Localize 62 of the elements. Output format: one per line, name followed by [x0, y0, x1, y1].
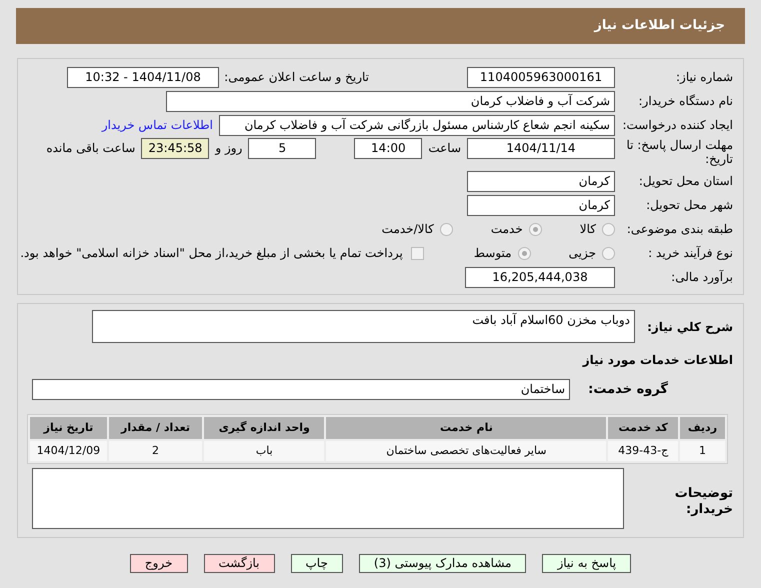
- text-field[interactable]: کرمان: [467, 194, 615, 216]
- column-header: ردیف: [680, 417, 725, 439]
- column-header: تاریخ نیاز: [30, 417, 107, 439]
- table-cell: سایر فعالیت‌های تخصصی ساختمان: [326, 441, 606, 461]
- text-field[interactable]: ساختمان: [32, 379, 570, 400]
- description-field[interactable]: دوباب مخزن 60اسلام آباد بافت: [92, 310, 635, 343]
- radio-label: خدمت: [490, 221, 523, 238]
- table-cell: 1404/12/09: [30, 441, 107, 461]
- radio-button[interactable]: [518, 246, 531, 260]
- field-label: گروه خدمت:: [587, 380, 669, 399]
- field-label: نام دستگاه خریدار:: [638, 93, 733, 110]
- field-label: استان محل تحویل:: [638, 173, 733, 190]
- page-title: جزئیات اطلاعات نیاز: [594, 17, 725, 36]
- field-label: شهر محل تحویل:: [645, 197, 733, 214]
- radio-label: متوسط: [474, 245, 512, 262]
- text-field[interactable]: 1404/11/14: [467, 138, 615, 159]
- text-field[interactable]: 14:00: [354, 138, 422, 159]
- text-field[interactable]: 1104005963000161: [467, 66, 615, 88]
- checkbox[interactable]: [410, 246, 424, 260]
- radio-label: کالا/خدمت: [382, 221, 434, 238]
- column-header: نام خدمت: [326, 417, 606, 439]
- column-header: واحد اندازه گیری: [204, 417, 324, 439]
- field-label: تاریخ و ساعت اعلان عمومی:: [223, 69, 369, 86]
- radio-label: کالا: [580, 221, 596, 238]
- countdown-field: 23:45:58: [141, 138, 210, 159]
- field-label: توضیحات خریدار:: [674, 486, 733, 518]
- field-label: ساعت باقی مانده: [46, 140, 136, 157]
- notes-field[interactable]: [32, 468, 624, 529]
- radio-button[interactable]: [440, 222, 453, 236]
- table-cell: 1: [680, 441, 725, 461]
- action-button[interactable]: پاسخ به نیاز: [542, 554, 632, 573]
- action-button[interactable]: خروج: [130, 554, 188, 573]
- text-field[interactable]: کرمان: [467, 170, 615, 192]
- column-header: تعداد / مقدار: [108, 417, 202, 439]
- text-field[interactable]: 16,205,444,038: [465, 266, 615, 288]
- radio-button[interactable]: [602, 222, 615, 236]
- text-field[interactable]: شرکت آب و فاضلاب کرمان: [166, 90, 615, 112]
- field-label: برآورد مالی:: [670, 269, 733, 286]
- field-label: شرح کلي نياز:: [646, 319, 733, 336]
- text-field[interactable]: 5: [248, 138, 316, 159]
- section-title: اطلاعات خدمات مورد نیاز: [581, 352, 733, 369]
- radio-label: جزیی: [568, 245, 596, 262]
- action-button[interactable]: چاپ: [290, 554, 343, 573]
- column-header: کد خدمت: [608, 417, 678, 439]
- action-button[interactable]: مشاهده مدارک پیوستی (3): [358, 554, 526, 573]
- radio-button[interactable]: [602, 246, 615, 260]
- text-field[interactable]: سکینه انجم شعاع کارشناس مسئول بازرگانی شرکت آب و فاضلاب کرمان: [219, 114, 615, 136]
- text-field[interactable]: 1404/11/08 - 10:32: [67, 66, 219, 88]
- radio-button[interactable]: [528, 222, 542, 236]
- field-label: ایجاد کننده درخواست:: [621, 117, 733, 134]
- table-cell: ج-43-439: [608, 441, 678, 461]
- field-label: نوع فرآیند خرید :: [647, 245, 733, 262]
- table-cell: باب: [204, 441, 324, 461]
- action-button[interactable]: بازگشت: [204, 554, 274, 573]
- contact-link[interactable]: اطلاعات تماس خریدار: [102, 116, 213, 134]
- field-label: طبقه بندی موضوعی:: [626, 221, 733, 238]
- field-label: ساعت: [428, 140, 461, 157]
- field-label: روز و: [215, 140, 242, 157]
- field-label: مهلت ارسال پاسخ: تا تاریخ:: [625, 138, 733, 166]
- checkbox-label: پرداخت تمام یا بخشی از مبلغ خرید،از محل "اسناد خزانه اسلامی" خواهد بود.: [20, 245, 403, 262]
- table-cell: 2: [108, 441, 202, 461]
- field-label: شماره نیاز:: [675, 69, 733, 86]
